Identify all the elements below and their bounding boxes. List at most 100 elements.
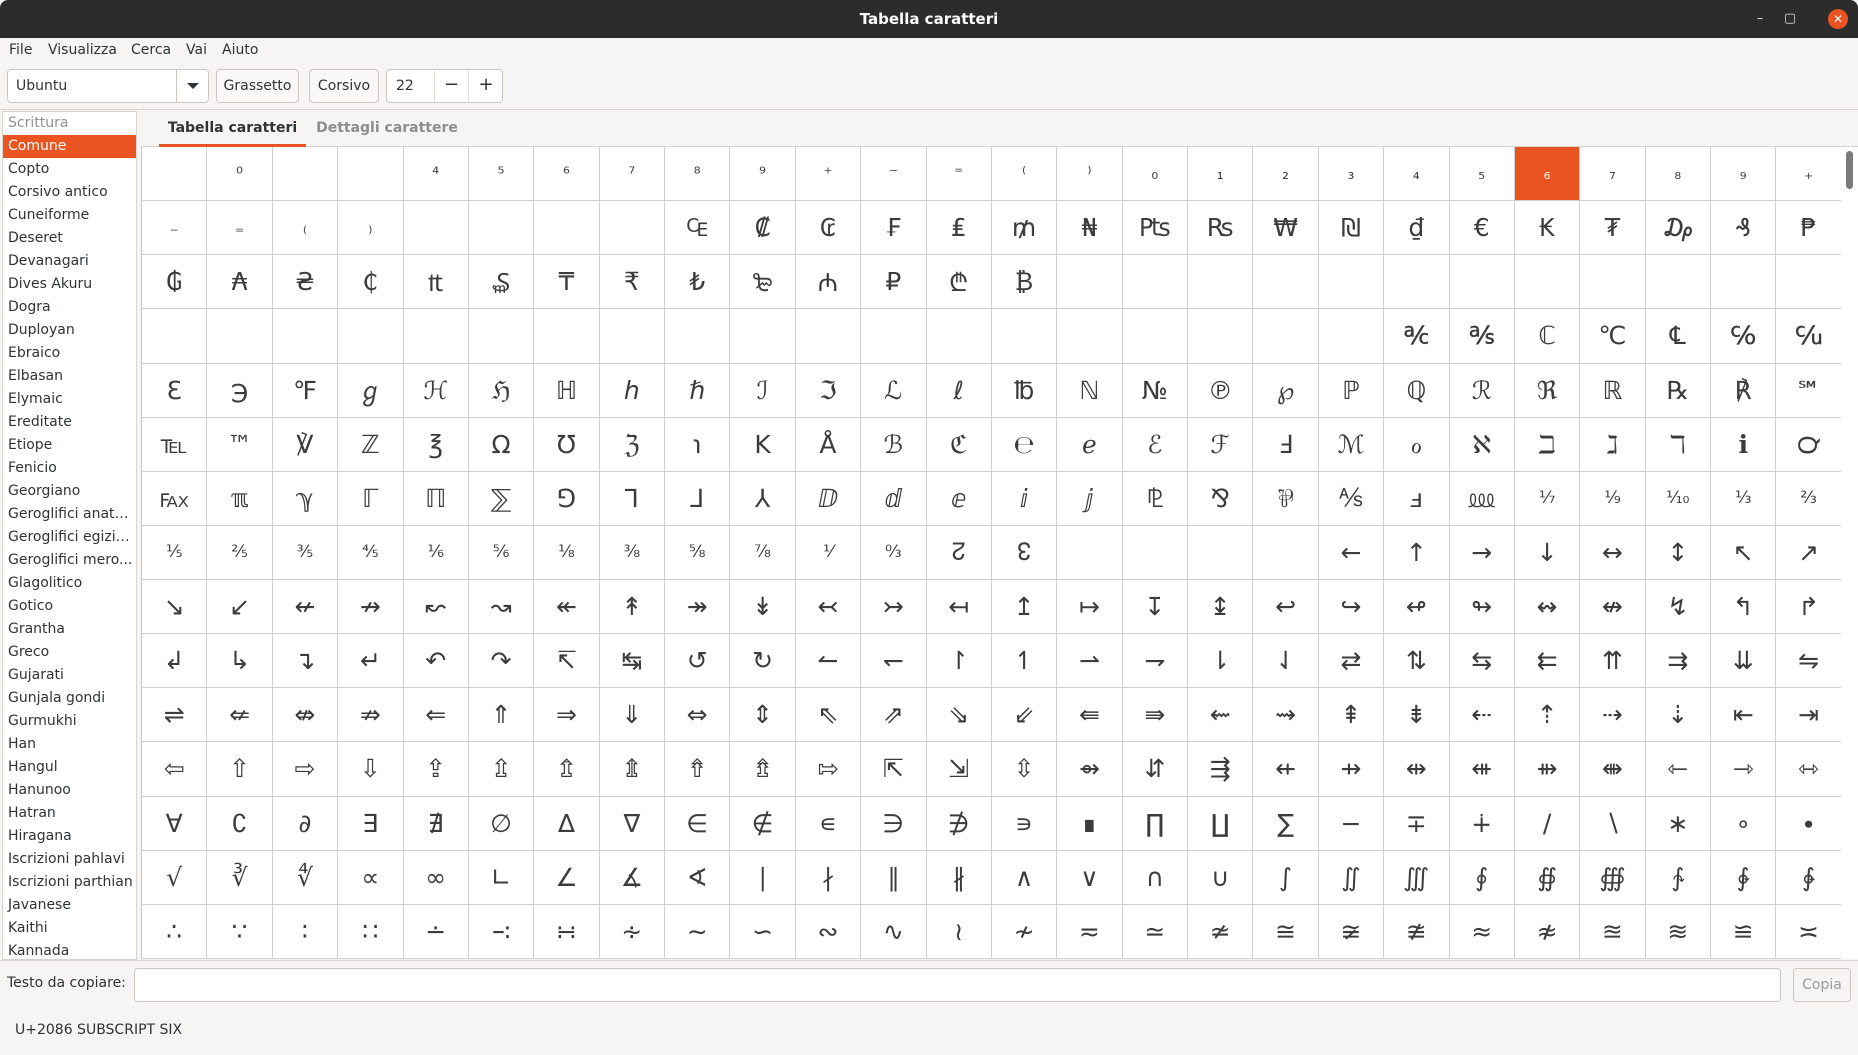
character-cell[interactable]: ⁻ [861,147,927,202]
character-cell[interactable]: ⁶ [534,147,600,202]
character-cell[interactable]: ⇫ [468,742,535,797]
character-cell[interactable]: ⅗ [272,525,339,580]
character-cell[interactable]: ↖ [1711,525,1777,580]
character-cell[interactable]: ℎ [599,363,665,418]
character-cell[interactable]: ℋ [403,363,469,418]
character-cell[interactable]: ℔ [991,363,1058,418]
character-cell[interactable]: ℚ [1384,363,1450,418]
character-cell[interactable]: ↪ [1318,580,1385,635]
character-cell[interactable]: ⁺ [795,147,862,202]
character-cell[interactable]: ℡ [142,417,208,472]
character-cell[interactable]: ℬ [861,417,927,472]
character-cell[interactable]: ∞ [403,850,469,905]
character-cell[interactable]: ⅞ [730,525,796,580]
character-cell[interactable]: ⇛ [1122,688,1188,743]
character-cell[interactable]: ∟ [468,850,535,905]
character-cell[interactable]: ≋ [1645,904,1711,959]
character-cell[interactable]: ⇿ [1776,742,1841,797]
character-cell[interactable]: ↯ [1645,580,1711,635]
character-cell[interactable]: ↚ [272,580,339,635]
character-cell[interactable]: ↿ [991,634,1058,689]
character-cell[interactable] [1253,525,1319,580]
character-cell[interactable]: ↱ [1776,580,1841,635]
character-cell[interactable]: ∪ [1188,850,1254,905]
character-cell[interactable]: ↊ [926,525,992,580]
character-cell[interactable]: ₶ [403,255,469,310]
character-cell[interactable]: ↩ [1253,580,1319,635]
character-cell[interactable]: ℌ [468,363,535,418]
character-cell[interactable]: ₳ [207,255,273,310]
character-cell[interactable]: ↨ [1188,580,1254,635]
script-item[interactable]: Iscrizioni pahlavi [3,848,136,871]
character-cell[interactable]: ↡ [730,580,796,635]
script-item[interactable]: Hiragana [3,825,136,848]
character-cell[interactable]: ⇌ [142,688,208,743]
character-cell[interactable]: ⇥ [1776,688,1841,743]
character-cell[interactable]: ↠ [665,580,731,635]
character-cell[interactable]: ⇤ [1711,688,1777,743]
script-item[interactable]: Kannada [3,940,136,959]
character-cell[interactable]: ₵ [338,255,404,310]
character-cell[interactable]: ₢ [795,201,862,256]
character-cell[interactable]: € [1449,201,1515,256]
character-cell[interactable] [1057,309,1123,364]
character-cell[interactable]: ∾ [795,904,862,959]
character-cell[interactable]: ↑ [1384,525,1450,580]
character-cell[interactable]: ⅍ [1318,471,1385,526]
character-cell[interactable]: ∄ [403,796,469,851]
character-cell[interactable]: ₧ [1122,201,1188,256]
character-cell[interactable]: ℇ [142,363,208,418]
script-item[interactable]: Dives Akuru [3,273,136,296]
character-cell[interactable]: ∓ [1384,796,1450,851]
character-cell[interactable]: ℉ [272,363,339,418]
script-item[interactable]: Hanunoo [3,779,136,802]
character-cell[interactable]: ⇎ [272,688,339,743]
script-item[interactable]: Corsivo antico [3,181,136,204]
character-cell[interactable]: ∔ [1449,796,1515,851]
character-cell[interactable]: ₡ [730,201,796,256]
character-cell[interactable]: ⇪ [403,742,469,797]
character-cell[interactable]: ℹ [1711,417,1777,472]
character-cell[interactable]: ℐ [730,363,796,418]
character-cell[interactable]: ℧ [534,417,600,472]
character-cell[interactable]: ↥ [991,580,1058,635]
character-cell[interactable]: ₺ [665,255,731,310]
menu-file[interactable]: File [9,42,32,58]
character-cell[interactable]: ℊ [338,363,404,418]
tab-character-details[interactable]: Dettagli carattere [311,111,463,147]
character-cell[interactable]: ↻ [730,634,796,689]
character-cell[interactable] [1188,525,1254,580]
character-cell[interactable]: ™ [207,417,273,472]
character-cell[interactable]: ≉ [1514,904,1581,959]
bold-button[interactable]: Grassetto [216,69,299,103]
character-cell[interactable]: ₤ [926,201,992,256]
character-cell[interactable]: ∦ [926,850,992,905]
character-cell[interactable]: ⅟ [795,525,862,580]
character-cell[interactable]: → [1449,525,1515,580]
character-cell[interactable]: ℕ [1057,363,1123,418]
character-cell[interactable]: ↝ [468,580,535,635]
character-cell[interactable] [1122,525,1188,580]
character-cell[interactable]: ↧ [1122,580,1188,635]
character-cell[interactable]: ⅂ [599,471,665,526]
script-item[interactable]: Geroglifici anato... [3,503,136,526]
character-cell[interactable]: Ⅎ [1253,417,1319,472]
character-cell[interactable]: ↰ [1711,580,1777,635]
italic-button[interactable]: Corsivo [309,69,379,103]
script-item[interactable]: Hatran [3,802,136,825]
character-cell[interactable]: ⅆ [861,471,927,526]
character-cell[interactable]: ∏ [1122,796,1188,851]
minimize-icon[interactable]: – [1750,9,1770,29]
character-cell[interactable]: ↛ [338,580,404,635]
character-cell[interactable] [142,309,208,364]
character-cell[interactable]: ∱ [1645,850,1711,905]
character-cell[interactable] [338,147,404,202]
character-cell[interactable]: ℑ [795,363,862,418]
character-cell[interactable]: ∶ [272,904,339,959]
character-cell[interactable] [1122,255,1188,310]
character-cell[interactable]: ⅕ [142,525,208,580]
character-cell[interactable] [338,309,404,364]
character-cell[interactable] [1253,255,1319,310]
character-cell[interactable]: ⇜ [1188,688,1254,743]
character-cell[interactable]: ∩ [1122,850,1188,905]
